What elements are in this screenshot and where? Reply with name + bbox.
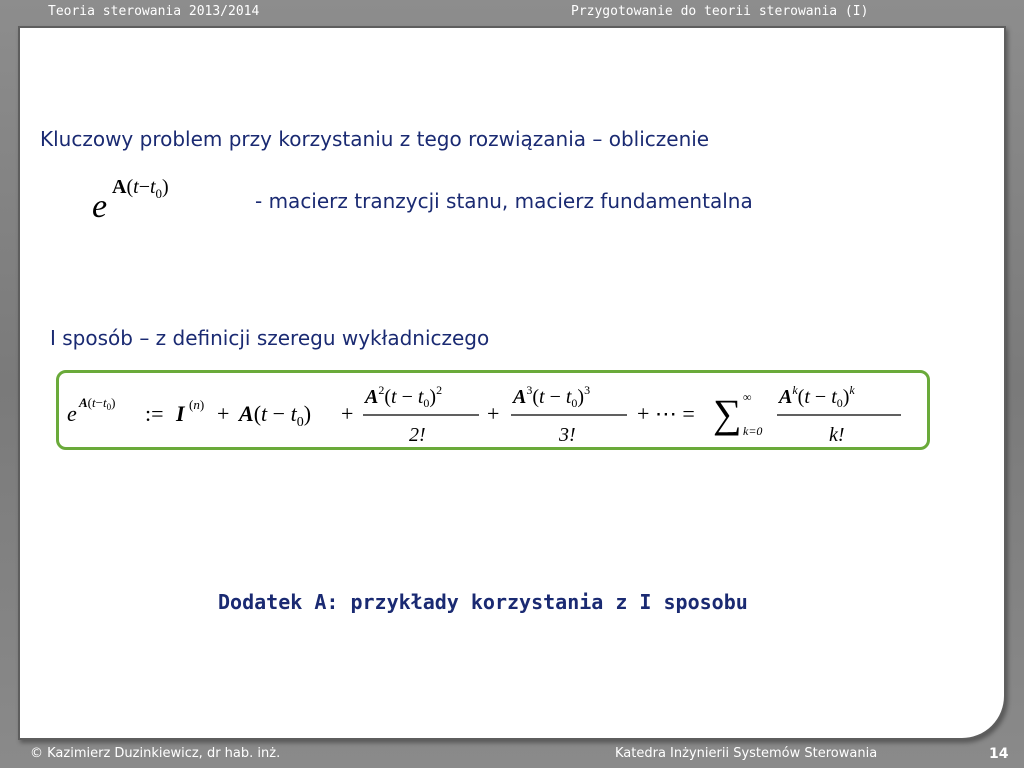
plus-sign: +	[217, 401, 229, 426]
appendix-a-link[interactable]: Dodatek A: przykłady korzystania z I spo…	[218, 590, 748, 614]
key-problem-text: Kluczowy problem przy korzystaniu z tego…	[40, 127, 710, 151]
cubic-term-numerator: A3(t − t0)3	[511, 383, 590, 410]
quadratic-term-denominator: 2!	[409, 424, 426, 446]
summation-lower-limit: k=0	[743, 424, 762, 438]
exp-base: e	[92, 188, 108, 225]
definition-symbol: :=	[145, 401, 164, 426]
series-exp-power: A(t−t0)	[78, 395, 115, 412]
exp-power: A(t−t0)	[112, 176, 169, 201]
linear-term: A(t − t0)	[237, 401, 311, 430]
page-number: 14	[989, 746, 1009, 762]
author-credit: © Kazimierz Duzinkiewicz, dr hab. inż.	[30, 746, 281, 761]
transition-matrix-description: - macierz tranzycji stanu, macierz funda…	[255, 189, 753, 213]
summation-upper-limit: ∞	[743, 390, 752, 404]
summation-sign: ∑	[713, 391, 742, 436]
general-term-denominator: k!	[829, 424, 845, 446]
cubic-term-denominator: 3!	[558, 424, 576, 446]
identity-matrix: I	[175, 401, 186, 426]
quadratic-term-numerator: A2(t − t0)2	[363, 383, 442, 410]
course-title: Teoria sterowania 2013/2014	[48, 4, 260, 19]
plus-sign: +	[341, 401, 353, 426]
slide-header: Teoria sterowania 2013/2014 Przygotowani…	[0, 0, 1024, 26]
series-formula-graphic: e A(t−t0) := I (n) + A(t − t0) + A2(t − …	[67, 383, 901, 446]
series-exp-base: e	[67, 401, 77, 426]
exponential-series-formula: e A(t−t0) := I (n) + A(t − t0) + A2(t − …	[56, 370, 930, 450]
slide-footer: © Kazimierz Duzinkiewicz, dr hab. inż. K…	[0, 742, 1024, 768]
plus-sign: +	[487, 401, 499, 426]
identity-order: (n)	[189, 397, 204, 412]
ellipsis-equals: + ⋯ =	[637, 401, 695, 426]
matrix-exponential-symbol: e A(t−t0)	[92, 172, 212, 232]
method-one-heading: I sposób – z definicji szeregu wykładnic…	[50, 326, 490, 350]
department-name: Katedra Inżynierii Systemów Sterowania	[615, 746, 878, 761]
lecture-title: Przygotowanie do teorii sterowania (I)	[571, 4, 869, 19]
general-term-numerator: Ak(t − t0)k	[777, 383, 855, 410]
